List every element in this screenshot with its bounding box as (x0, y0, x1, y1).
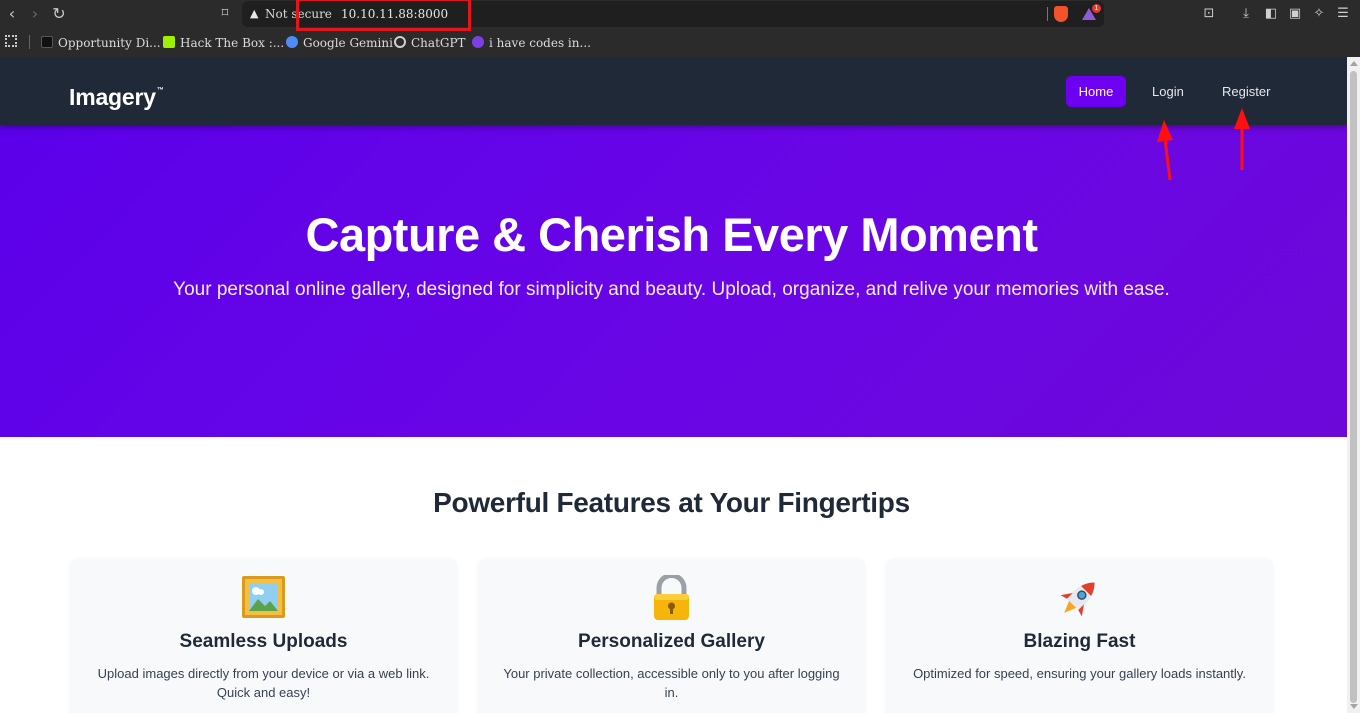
logo-text: Imagery (69, 84, 156, 110)
browser-toolbar: ‹ › ↻ ⌑ ▲ Not secure 10.10.11.88:8000 1 … (0, 0, 1360, 31)
feature-card-uploads: Seamless Uploads Upload images directly … (70, 558, 457, 713)
bookmark-item[interactable]: i have codes in... (472, 35, 591, 51)
omnibox-divider (1047, 7, 1048, 21)
feature-card-title: Personalized Gallery (578, 631, 765, 652)
warning-icon[interactable]: ▲ (250, 7, 258, 21)
bookmark-label: Google Gemini (303, 36, 393, 50)
download-icon[interactable]: ⤓ (1237, 5, 1255, 23)
bookmarks-bar: Opportunity Di... Hack The Box :... Goog… (0, 29, 1360, 57)
bookmark-label: Hack The Box :... (180, 36, 285, 50)
hero-section: Capture & Cherish Every Moment Your pers… (0, 125, 1347, 437)
rewards-badge: 1 (1092, 4, 1101, 13)
wallet-icon[interactable]: ▣ (1286, 5, 1304, 23)
leo-ai-icon[interactable]: ✧ (1310, 5, 1328, 23)
scroll-up-icon[interactable] (1350, 61, 1358, 66)
bookmark-label: ChatGPT (411, 36, 466, 50)
features-title: Powerful Features at Your Fingertips (433, 487, 910, 518)
feature-card-title: Seamless Uploads (179, 631, 348, 652)
scroll-down-icon[interactable] (1350, 704, 1358, 709)
apps-grid-icon[interactable] (5, 35, 17, 47)
nav-login-link[interactable]: Login (1152, 76, 1184, 107)
reload-icon[interactable]: ↻ (49, 4, 69, 24)
bookmark-label: Opportunity Di... (58, 36, 161, 50)
bookmark-icon[interactable]: ⌑ (215, 4, 235, 24)
bookmark-item[interactable]: Google Gemini (286, 35, 393, 51)
feature-card-title: Blazing Fast (1023, 631, 1136, 652)
scroll-thumb[interactable] (1350, 71, 1357, 703)
forward-icon[interactable]: › (25, 4, 45, 24)
page-scrollbar[interactable] (1347, 57, 1360, 713)
bookmark-item[interactable]: Hack The Box :... (163, 35, 284, 51)
menu-icon[interactable]: ☰ (1334, 5, 1352, 23)
sidebar-icon[interactable]: ◧ (1262, 5, 1280, 23)
feature-card-gallery: Personalized Gallery Your private collec… (478, 558, 865, 713)
bookmark-label: i have codes in... (489, 36, 591, 50)
site-header: Imagery™ Home Login Register (0, 57, 1347, 125)
hero-subtitle: Your personal online gallery, designed f… (173, 279, 1170, 300)
nav-home-button[interactable]: Home (1066, 76, 1126, 107)
framed-picture-icon (242, 576, 285, 618)
brave-shield-icon[interactable] (1054, 6, 1068, 22)
feature-card-description: Upload images directly from your device … (97, 666, 430, 700)
chat-icon (472, 36, 484, 48)
hero-title: Capture & Cherish Every Moment (305, 208, 1038, 261)
screenshot-icon[interactable]: ⊡ (1200, 5, 1218, 23)
back-icon[interactable]: ‹ (2, 4, 22, 24)
lock-icon (654, 575, 689, 620)
bookmarks-separator (29, 35, 30, 49)
feature-card-description: Your private collection, accessible only… (503, 666, 840, 700)
feature-card-speed: Blazing Fast Optimized for speed, ensuri… (886, 558, 1273, 713)
bookmark-item[interactable]: Opportunity Di... (41, 35, 161, 51)
feature-card-description: Optimized for speed, ensuring your galle… (913, 666, 1246, 681)
logo-trademark: ™ (156, 87, 164, 94)
opportunity-icon (41, 36, 53, 48)
bookmark-item[interactable]: ChatGPT (394, 35, 466, 51)
page-viewport: Imagery™ Home Login Register Capture & C… (0, 57, 1347, 713)
browser-chrome: ‹ › ↻ ⌑ ▲ Not secure 10.10.11.88:8000 1 … (0, 0, 1360, 57)
url-highlight-box (296, 0, 471, 31)
chatgpt-icon (394, 36, 406, 48)
rocket-icon (1060, 582, 1095, 617)
nav-register-link[interactable]: Register (1222, 76, 1270, 107)
gemini-icon (286, 36, 298, 48)
site-logo[interactable]: Imagery™ (69, 76, 164, 112)
hackthebox-icon (163, 36, 175, 48)
